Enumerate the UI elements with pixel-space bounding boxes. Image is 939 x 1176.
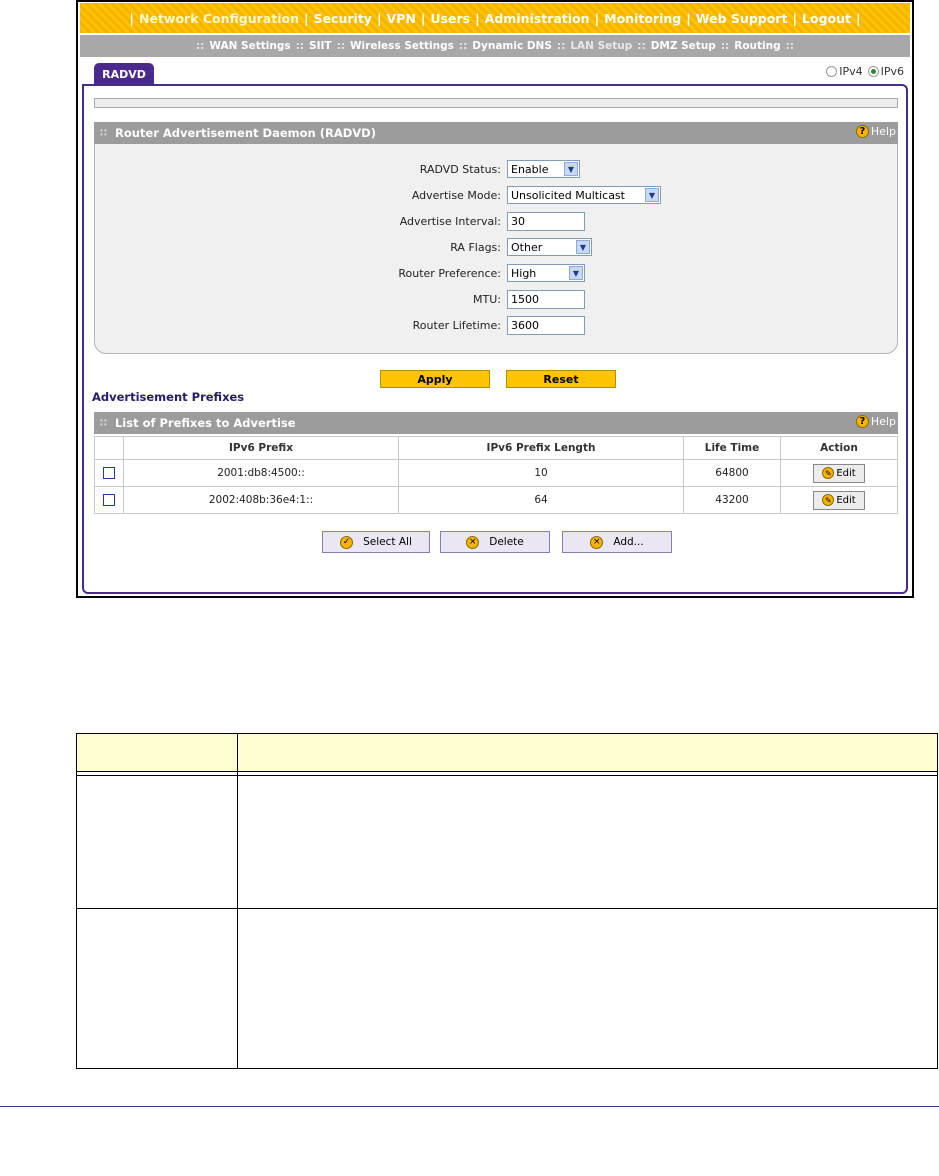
grip-icon: ∷ xyxy=(100,417,107,429)
chevron-down-icon: ▼ xyxy=(569,266,583,280)
table-row: 2001:db8:4500:: 10 64800 ✎ Edit xyxy=(94,459,898,487)
tab-radvd[interactable]: RADVD xyxy=(94,63,154,85)
prefix-cell: 2001:db8:4500:: xyxy=(123,459,399,487)
ipv4-label: IPv4 xyxy=(839,65,863,78)
radvd-status-row: RADVD Status: Enable ▼ xyxy=(95,160,897,180)
radvd-status-select[interactable]: Enable ▼ xyxy=(507,160,580,178)
radvd-help-link[interactable]: ? Help xyxy=(855,125,896,138)
subnav-siit[interactable]: SIIT xyxy=(309,40,332,52)
description-table-header xyxy=(76,732,938,773)
advertisement-prefixes-heading: Advertisement Prefixes xyxy=(92,390,245,404)
router-lifetime-input[interactable]: 3600 xyxy=(507,316,585,335)
subnav-dmz-setup[interactable]: DMZ Setup xyxy=(651,40,716,52)
radvd-section-header: ∷ Router Advertisement Daemon (RADVD) ? … xyxy=(94,122,898,144)
tab-content-panel: ∷ Router Advertisement Daemon (RADVD) ? … xyxy=(82,84,908,594)
apply-button[interactable]: Apply xyxy=(380,370,490,388)
nav-web-support[interactable]: Web Support xyxy=(696,11,788,26)
add-button[interactable]: × Add... xyxy=(562,531,672,553)
chevron-down-icon: ▼ xyxy=(645,188,659,202)
subnav-wan-settings[interactable]: WAN Settings xyxy=(209,40,290,52)
top-navigation: | Network Configuration | Security | VPN… xyxy=(80,3,910,33)
router-ui-screenshot: | Network Configuration | Security | VPN… xyxy=(76,0,914,598)
subnav-wireless-settings[interactable]: Wireless Settings xyxy=(350,40,454,52)
ra-flags-select[interactable]: Other ▼ xyxy=(507,238,592,256)
prefix-length-cell: 10 xyxy=(398,459,684,487)
nav-users[interactable]: Users xyxy=(430,11,470,26)
grip-icon: ∷ xyxy=(100,127,107,139)
router-lifetime-row: Router Lifetime: 3600 xyxy=(95,316,897,336)
ipv4-radio[interactable] xyxy=(826,66,838,77)
advertise-mode-row: Advertise Mode: Unsolicited Multicast ▼ xyxy=(95,186,897,206)
router-preference-row: Router Preference: High ▼ xyxy=(95,264,897,284)
row-checkbox[interactable] xyxy=(103,494,115,506)
help-label: Help xyxy=(870,125,896,138)
nav-network-configuration[interactable]: Network Configuration xyxy=(139,11,299,26)
close-icon: × xyxy=(466,535,480,549)
select-all-button[interactable]: ✓ Select All xyxy=(322,531,430,553)
ipv6-radio[interactable] xyxy=(867,66,879,77)
prefix-table: IPv6 Prefix IPv6 Prefix Length Life Time… xyxy=(94,436,898,514)
lifetime-cell: 64800 xyxy=(683,459,781,487)
reset-button[interactable]: Reset xyxy=(506,370,616,388)
status-bar xyxy=(94,98,898,108)
help-icon: ? xyxy=(855,415,869,428)
close-icon: × xyxy=(590,535,604,549)
router-preference-label: Router Preference: xyxy=(398,267,501,280)
description-table xyxy=(76,732,938,1069)
router-lifetime-label: Router Lifetime: xyxy=(412,319,501,332)
advertise-interval-row: Advertise Interval: 30 xyxy=(95,212,897,232)
delete-button[interactable]: × Delete xyxy=(440,531,550,553)
prefix-cell: 2002:408b:36e4:1:: xyxy=(123,486,399,514)
mtu-input[interactable]: 1500 xyxy=(507,290,585,309)
edit-button[interactable]: ✎ Edit xyxy=(813,463,865,483)
router-preference-select[interactable]: High ▼ xyxy=(507,264,585,282)
nav-administration[interactable]: Administration xyxy=(485,11,590,26)
advertise-interval-label: Advertise Interval: xyxy=(399,215,501,228)
lifetime-cell: 43200 xyxy=(683,486,781,514)
ra-flags-row: RA Flags: Other ▼ xyxy=(95,238,897,258)
radvd-form: RADVD Status: Enable ▼ Advertise Mode: U… xyxy=(94,144,898,354)
pencil-icon: ✎ xyxy=(822,494,835,506)
col-ipv6-prefix: IPv6 Prefix xyxy=(123,436,399,460)
subnav-routing[interactable]: Routing xyxy=(734,40,780,52)
ip-version-selector: IPv4 IPv6 xyxy=(826,65,904,78)
footer-rule xyxy=(0,1106,939,1107)
pencil-icon: ✎ xyxy=(822,467,835,479)
nav-vpn[interactable]: VPN xyxy=(387,11,416,26)
advertise-mode-label: Advertise Mode: xyxy=(411,189,501,202)
col-life-time: Life Time xyxy=(683,436,781,460)
subnav-lan-setup[interactable]: LAN Setup xyxy=(570,40,632,52)
edit-button[interactable]: ✎ Edit xyxy=(813,490,865,510)
prefix-list-header: ∷ List of Prefixes to Advertise ? Help xyxy=(94,412,898,434)
ra-flags-label: RA Flags: xyxy=(450,241,501,254)
prefix-length-cell: 64 xyxy=(398,486,684,514)
ipv6-label: IPv6 xyxy=(880,65,904,78)
row-checkbox[interactable] xyxy=(103,467,115,479)
nav-security[interactable]: Security xyxy=(314,11,372,26)
col-prefix-length: IPv6 Prefix Length xyxy=(398,436,684,460)
mtu-row: MTU: 1500 xyxy=(95,290,897,310)
radvd-status-label: RADVD Status: xyxy=(419,163,501,176)
help-icon: ? xyxy=(855,125,869,138)
chevron-down-icon: ▼ xyxy=(576,240,590,254)
prefix-help-link[interactable]: ? Help xyxy=(855,415,896,428)
table-row: 2002:408b:36e4:1:: 64 43200 ✎ Edit xyxy=(94,486,898,514)
advertise-mode-select[interactable]: Unsolicited Multicast ▼ xyxy=(507,186,661,204)
table-header-row: IPv6 Prefix IPv6 Prefix Length Life Time… xyxy=(94,436,898,460)
check-icon: ✓ xyxy=(340,535,354,549)
help-label: Help xyxy=(870,415,896,428)
nav-logout[interactable]: Logout xyxy=(802,11,851,26)
sub-navigation: :: WAN Settings :: SIIT :: Wireless Sett… xyxy=(80,35,910,57)
table-row xyxy=(76,907,938,1069)
prefix-list-title: List of Prefixes to Advertise xyxy=(114,416,296,430)
col-action: Action xyxy=(780,436,898,460)
nav-monitoring[interactable]: Monitoring xyxy=(604,11,681,26)
chevron-down-icon: ▼ xyxy=(564,162,578,176)
table-row xyxy=(76,775,938,909)
radvd-section-title: Router Advertisement Daemon (RADVD) xyxy=(114,126,376,140)
mtu-label: MTU: xyxy=(473,293,501,306)
subnav-dynamic-dns[interactable]: Dynamic DNS xyxy=(472,40,552,52)
advertise-interval-input[interactable]: 30 xyxy=(507,212,585,231)
